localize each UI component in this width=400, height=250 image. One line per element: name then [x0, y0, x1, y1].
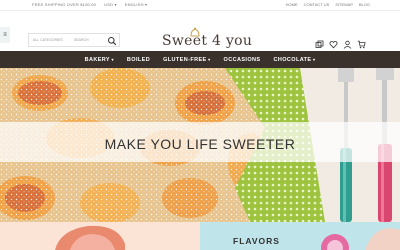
currency-selector[interactable]: USD — [104, 2, 117, 7]
top-link-contact[interactable]: CONTACT US — [304, 2, 330, 7]
search-box[interactable]: ALL CATEGORIES SEARCH — [28, 33, 120, 47]
nav-item-chocolate[interactable]: CHOCOLATE — [273, 57, 315, 63]
compare-icon[interactable] — [315, 36, 324, 48]
nav-item-occasions[interactable]: OCCASIONS — [224, 57, 261, 63]
search-input[interactable]: SEARCH — [74, 38, 89, 42]
cart-icon[interactable] — [357, 36, 366, 49]
top-bar: FREE SHIPPING OVER $100.00 USD ENGLISH H… — [0, 0, 400, 11]
top-link-sitemap[interactable]: SITEMAP — [335, 2, 353, 7]
top-link-blog[interactable]: BLOG — [359, 2, 370, 7]
promo-right-image[interactable] — [200, 222, 400, 250]
wishlist-heart-icon[interactable] — [329, 36, 338, 49]
header: ALL CATEGORIES SEARCH Sweet 4 you — [0, 11, 400, 51]
free-shipping-text: FREE SHIPPING OVER $100.00 — [32, 2, 97, 7]
promo-strip — [0, 222, 400, 250]
promo-flavors-label: FLAVORS — [233, 236, 280, 246]
hero-banner[interactable]: MAKE YOU LIFE SWEETER — [0, 68, 400, 222]
site-logo[interactable]: Sweet 4 you — [150, 27, 253, 53]
nav-item-bakery[interactable]: BAKERY — [85, 57, 114, 63]
account-user-icon[interactable] — [343, 36, 352, 49]
nav-item-boiled[interactable]: BOILED — [127, 57, 150, 63]
search-icon[interactable] — [107, 36, 117, 46]
nav-item-gluten-free[interactable]: GLUTEN-FREE — [163, 57, 210, 63]
main-nav: BAKERY BOILED GLUTEN-FREE OCCASIONS CHOC… — [0, 51, 400, 68]
hero-title: MAKE YOU LIFE SWEETER — [104, 136, 296, 152]
category-select[interactable]: ALL CATEGORIES — [33, 38, 63, 42]
promo-left-image[interactable] — [0, 222, 200, 250]
language-selector[interactable]: ENGLISH — [125, 2, 148, 7]
top-link-home[interactable]: HOME — [286, 2, 298, 7]
side-menu-toggle[interactable]: ≡ — [0, 27, 10, 43]
logo-text: Sweet 4 you — [162, 33, 253, 49]
